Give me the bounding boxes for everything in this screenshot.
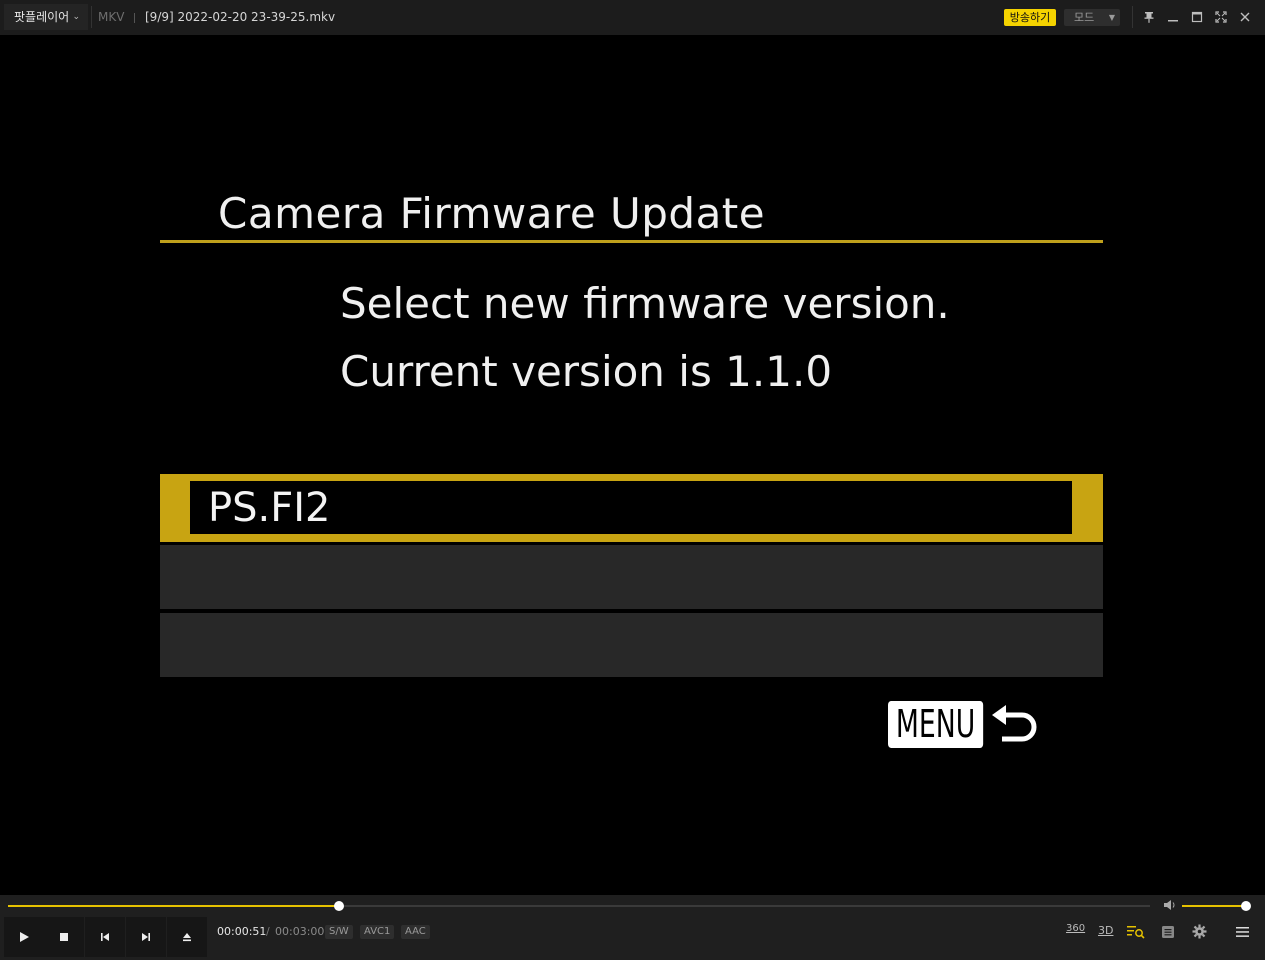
file-format-label: MKV bbox=[98, 10, 125, 24]
mode-label: 모드 bbox=[1074, 11, 1095, 24]
decoder-badge[interactable]: S/W bbox=[325, 925, 353, 939]
minimize-icon[interactable] bbox=[1165, 9, 1181, 25]
current-time[interactable]: 00:00:51 bbox=[217, 925, 266, 938]
chevron-down-icon: ⌄ bbox=[72, 12, 80, 22]
menu-icon[interactable] bbox=[1236, 926, 1249, 941]
pin-icon[interactable] bbox=[1141, 9, 1157, 25]
app-menu-button[interactable]: 팟플레이어 ⌄ bbox=[4, 4, 88, 30]
previous-button[interactable] bbox=[85, 917, 125, 957]
volume-handle[interactable] bbox=[1241, 901, 1251, 911]
playlist-search-icon[interactable] bbox=[1127, 925, 1145, 942]
maximize-icon[interactable] bbox=[1189, 9, 1205, 25]
audio-codec-badge[interactable]: AAC bbox=[401, 925, 430, 939]
eject-button[interactable] bbox=[167, 917, 207, 957]
app-name: 팟플레이어 bbox=[14, 10, 70, 24]
seek-handle[interactable] bbox=[334, 901, 345, 911]
volume-icon[interactable] bbox=[1163, 899, 1177, 914]
video-area[interactable]: Camera Firmware Update Select new firmwa… bbox=[0, 36, 1265, 894]
menu-button-label: MENU bbox=[888, 701, 984, 748]
next-button[interactable] bbox=[126, 917, 166, 957]
camera-screen-title: Camera Firmware Update bbox=[218, 189, 766, 238]
stop-button[interactable] bbox=[44, 917, 84, 957]
firmware-list-item bbox=[160, 613, 1103, 677]
title-underline bbox=[160, 240, 1103, 243]
fullscreen-icon[interactable] bbox=[1213, 9, 1229, 25]
caret-down-icon: ▼ bbox=[1108, 13, 1115, 22]
play-button[interactable] bbox=[4, 917, 44, 957]
firmware-file-name: PS.FI2 bbox=[208, 485, 331, 531]
time-separator: / bbox=[266, 925, 270, 938]
file-name-label: [9/9] 2022-02-20 23-39-25.mkv bbox=[145, 10, 336, 24]
current-version-text: Current version is 1.1.0 bbox=[340, 347, 833, 396]
volume-slider[interactable] bbox=[1182, 901, 1251, 911]
volume-level bbox=[1182, 905, 1246, 907]
settings-gear-icon[interactable] bbox=[1192, 924, 1207, 942]
firmware-list-item bbox=[160, 545, 1103, 609]
chapter-icon[interactable] bbox=[1161, 925, 1175, 942]
divider bbox=[134, 13, 135, 23]
return-arrow-icon bbox=[992, 705, 1037, 742]
seek-bar[interactable] bbox=[8, 901, 1150, 911]
player-controls: 00:00:51 / 00:03:00 S/W AVC1 AAC 360 3D bbox=[0, 895, 1265, 960]
firmware-list-item-selected: PS.FI2 bbox=[160, 474, 1103, 542]
seek-progress bbox=[8, 905, 340, 907]
3d-button[interactable]: 3D bbox=[1098, 924, 1113, 937]
title-bar: 팟플레이어 ⌄ MKV [9/9] 2022-02-20 23-39-25.mk… bbox=[0, 0, 1265, 36]
mode-dropdown[interactable]: 모드 ▼ bbox=[1064, 9, 1120, 26]
total-time[interactable]: 00:03:00 bbox=[275, 925, 324, 938]
broadcast-button[interactable]: 방송하기 bbox=[1004, 9, 1056, 26]
prompt-text: Select new firmware version. bbox=[340, 279, 950, 328]
close-icon[interactable] bbox=[1237, 9, 1253, 25]
vr-360-button[interactable]: 360 bbox=[1066, 923, 1085, 934]
divider bbox=[1132, 6, 1133, 28]
video-codec-badge[interactable]: AVC1 bbox=[360, 925, 395, 939]
divider bbox=[91, 6, 92, 28]
firmware-item-frame: PS.FI2 bbox=[190, 481, 1072, 534]
